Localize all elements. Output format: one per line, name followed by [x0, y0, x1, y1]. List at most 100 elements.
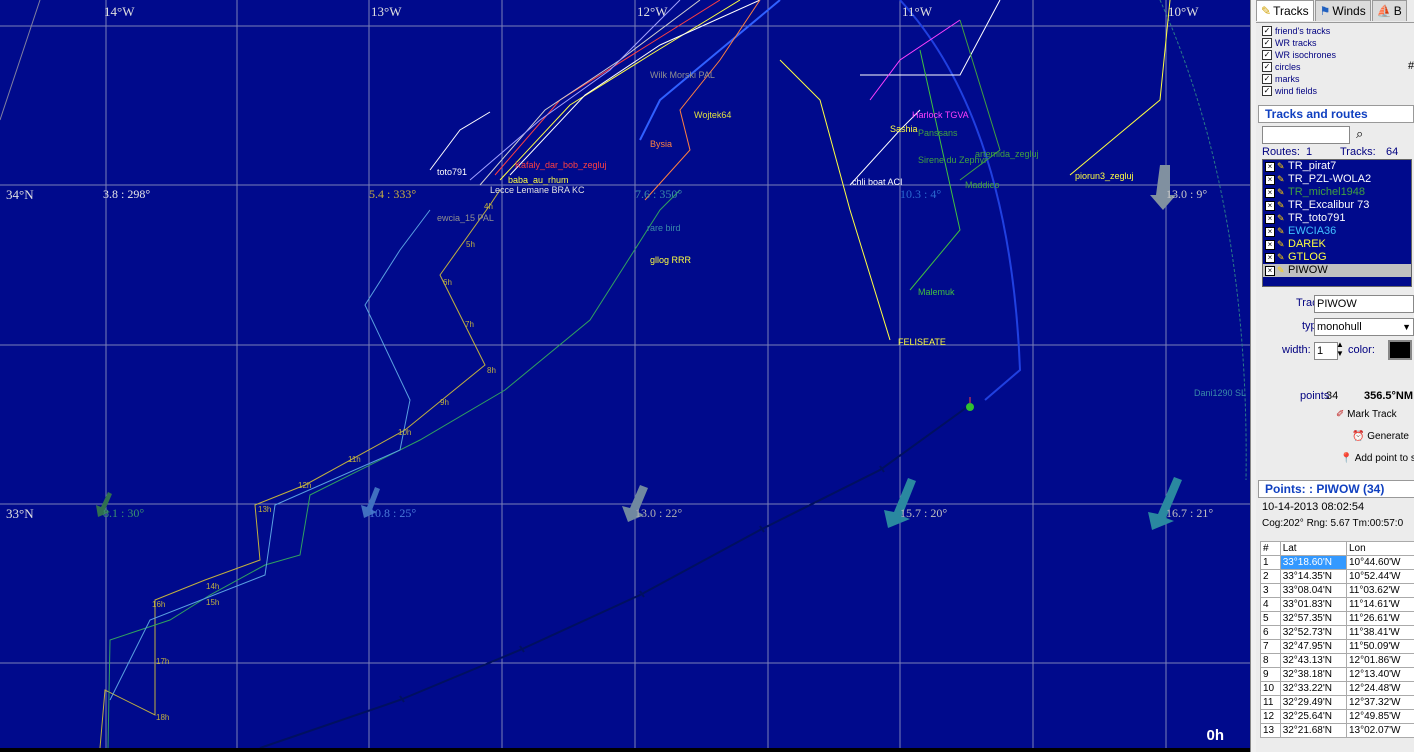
boat-label[interactable]: ewcia_15 PAL	[437, 213, 494, 223]
boat-label[interactable]: FELISEATE	[898, 337, 946, 347]
boat-label[interactable]: piorun3_zegluj	[1075, 171, 1134, 181]
table-row[interactable]: 5 32°57.35'N 11°26.61'W	[1260, 611, 1414, 626]
tab-tracks[interactable]: ✎ Tracks	[1256, 0, 1314, 21]
binoculars-icon[interactable]: ⌕	[1356, 126, 1363, 142]
track-list-item[interactable]: × ✎ DAREK	[1263, 238, 1411, 251]
close-icon[interactable]: ×	[1265, 252, 1275, 263]
boat-label[interactable]: gllog RRR	[650, 255, 691, 265]
track-list[interactable]: × ✎ TR_pirat7 × ✎ TR_PZL-WOLA2 × ✎ TR_michel1948…	[1262, 159, 1412, 287]
add-point-button[interactable]: 📍 Add point to se	[1340, 453, 1414, 464]
boat-label[interactable]: Harlock TGVA	[912, 110, 969, 120]
cog-range-info: Cog:202° Rng: 5.67 Tm:00:57:0	[1262, 518, 1404, 529]
checkbox[interactable]: ✓	[1262, 26, 1272, 36]
color-swatch[interactable]	[1388, 340, 1412, 360]
track-list-item[interactable]: × ✎ EWCIA36	[1263, 225, 1411, 238]
column-header[interactable]: Lat	[1279, 541, 1347, 556]
table-row[interactable]: 6 32°52.73'N 11°38.41'W	[1260, 625, 1414, 640]
checkbox[interactable]: ✓	[1262, 50, 1272, 60]
pencil-icon[interactable]: ✎	[1277, 251, 1286, 264]
close-icon[interactable]: ×	[1265, 265, 1275, 276]
column-header[interactable]: #	[1260, 541, 1281, 556]
boat-label[interactable]: Panssans	[918, 128, 958, 138]
boat-label[interactable]: Wilk Morski PAL	[650, 70, 715, 80]
chart-map[interactable]: 14°W 13°W 12°W 11°W 10°W 34°N 33°N 3.8 :…	[0, 0, 1250, 748]
boat-label[interactable]: Sashia	[890, 124, 918, 134]
close-icon[interactable]: ×	[1265, 174, 1275, 185]
checkbox-wr-isochrones[interactable]: ✓ WR isochrones	[1256, 49, 1414, 61]
pencil-icon[interactable]: ✎	[1277, 264, 1286, 277]
mark-track-button[interactable]: ✐ Mark Track	[1336, 409, 1397, 420]
track-list-item[interactable]: × ✎ TR_michel1948	[1263, 186, 1411, 199]
track-list-item[interactable]: × ✎ GTLOG	[1263, 251, 1411, 264]
table-row[interactable]: 2 33°14.35'N 10°52.44'W	[1260, 569, 1414, 584]
checkbox-circles[interactable]: ✓ circles	[1256, 61, 1414, 73]
table-row[interactable]: 1 33°18.60'N 10°44.60'W	[1260, 555, 1414, 570]
pencil-icon[interactable]: ✎	[1277, 160, 1286, 173]
table-row[interactable]: 3 33°08.04'N 11°03.62'W	[1260, 583, 1414, 598]
table-row[interactable]: 8 32°43.13'N 12°01.86'W	[1260, 653, 1414, 668]
pencil-icon[interactable]: ✎	[1277, 225, 1286, 238]
ruler-icon: ✐	[1336, 409, 1345, 420]
table-row[interactable]: 13 32°21.68'N 13°02.07'W	[1260, 723, 1414, 738]
generate-button[interactable]: ⏰ Generate	[1352, 431, 1409, 442]
tab-winds[interactable]: ⚑ Winds	[1314, 0, 1371, 21]
checkbox-wind-fields[interactable]: ✓ wind fields	[1256, 85, 1414, 97]
table-row[interactable]: 9 32°38.18'N 12°13.40'W	[1260, 667, 1414, 682]
close-icon[interactable]: ×	[1265, 187, 1275, 198]
track-name-input[interactable]: PIWOW	[1314, 295, 1414, 313]
checkbox[interactable]: ✓	[1262, 86, 1272, 96]
checkbox[interactable]: ✓	[1262, 62, 1272, 72]
boat-label[interactable]: Bysia	[650, 139, 672, 149]
close-icon[interactable]: ×	[1265, 226, 1275, 237]
checkbox-marks[interactable]: ✓ marks	[1256, 73, 1414, 85]
track-list-item[interactable]: × ✎ TR_pirat7	[1263, 160, 1411, 173]
close-icon[interactable]: ×	[1265, 213, 1275, 224]
table-row[interactable]: 12 32°25.64'N 12°49.85'W	[1260, 709, 1414, 724]
track-name: TR_PZL-WOLA2	[1288, 173, 1372, 185]
stepper-arrows-icon[interactable]: ▲ ▼	[1336, 340, 1344, 358]
boat-label[interactable]: Kafaly_dar_bob_zegluj	[515, 160, 607, 170]
boat-label[interactable]: toto791	[437, 167, 467, 177]
routes-label: Routes:	[1262, 146, 1300, 158]
boat-label[interactable]: chli boat ACI	[852, 177, 903, 187]
boat-label[interactable]: Lecce Lemane BRA KC	[490, 185, 585, 195]
table-row[interactable]: 7 32°47.95'N 11°50.09'W	[1260, 639, 1414, 654]
pencil-icon[interactable]: ✎	[1277, 238, 1286, 251]
track-list-item[interactable]: × ✎ PIWOW	[1263, 264, 1411, 277]
checkbox[interactable]: ✓	[1262, 74, 1272, 84]
boat-label[interactable]: Maddieo	[965, 180, 1000, 190]
table-row[interactable]: 11 32°29.49'N 12°37.32'W	[1260, 695, 1414, 710]
chevron-down-icon[interactable]: ▼	[1402, 319, 1411, 335]
boat-label[interactable]: Dani1290 SL	[1194, 388, 1246, 398]
tab-boat[interactable]: ⛵ B	[1371, 0, 1407, 21]
boat-label[interactable]: Malemuk	[918, 287, 955, 297]
wind-label: 13.0 : 9°	[1166, 187, 1208, 201]
boat-label[interactable]: rare bird	[647, 223, 681, 233]
track-list-item[interactable]: × ✎ TR_Excalibur 73	[1263, 199, 1411, 212]
checkbox-wr-tracks[interactable]: ✓ WR tracks	[1256, 37, 1414, 49]
close-icon[interactable]: ×	[1265, 200, 1275, 211]
column-header[interactable]: Lon	[1345, 541, 1414, 556]
close-icon[interactable]: ×	[1265, 239, 1275, 250]
close-icon[interactable]: ×	[1265, 161, 1275, 172]
point-index: 13	[1260, 723, 1281, 738]
checkbox[interactable]: ✓	[1262, 38, 1272, 48]
checkbox-friends-tracks[interactable]: ✓ friend's tracks	[1256, 25, 1414, 37]
boat-label[interactable]: Wojtek64	[694, 110, 731, 120]
point-index: 1	[1260, 555, 1281, 570]
table-row[interactable]: 4 33°01.83'N 11°14.61'W	[1260, 597, 1414, 612]
boat-label[interactable]: artemida_zegluj	[975, 149, 1039, 159]
hour-label: 11h	[348, 455, 361, 464]
boat-label[interactable]: baba_au_rhum	[508, 175, 569, 185]
track-list-item[interactable]: × ✎ TR_PZL-WOLA2	[1263, 173, 1411, 186]
points-table[interactable]: # Lat Lon 1 33°18.60'N 10°44.60'W 2 33°14.35…	[1260, 541, 1414, 738]
track-search-input[interactable]	[1262, 126, 1350, 144]
pencil-icon[interactable]: ✎	[1277, 212, 1286, 225]
track-list-item[interactable]: × ✎ TR_toto791	[1263, 212, 1411, 225]
table-row[interactable]: 10 32°33.22'N 12°24.48'W	[1260, 681, 1414, 696]
pencil-icon[interactable]: ✎	[1277, 199, 1286, 212]
width-stepper[interactable]: 1	[1314, 342, 1338, 360]
pencil-icon[interactable]: ✎	[1277, 186, 1286, 199]
type-select[interactable]: monohull ▼	[1314, 318, 1414, 336]
pencil-icon[interactable]: ✎	[1277, 173, 1286, 186]
